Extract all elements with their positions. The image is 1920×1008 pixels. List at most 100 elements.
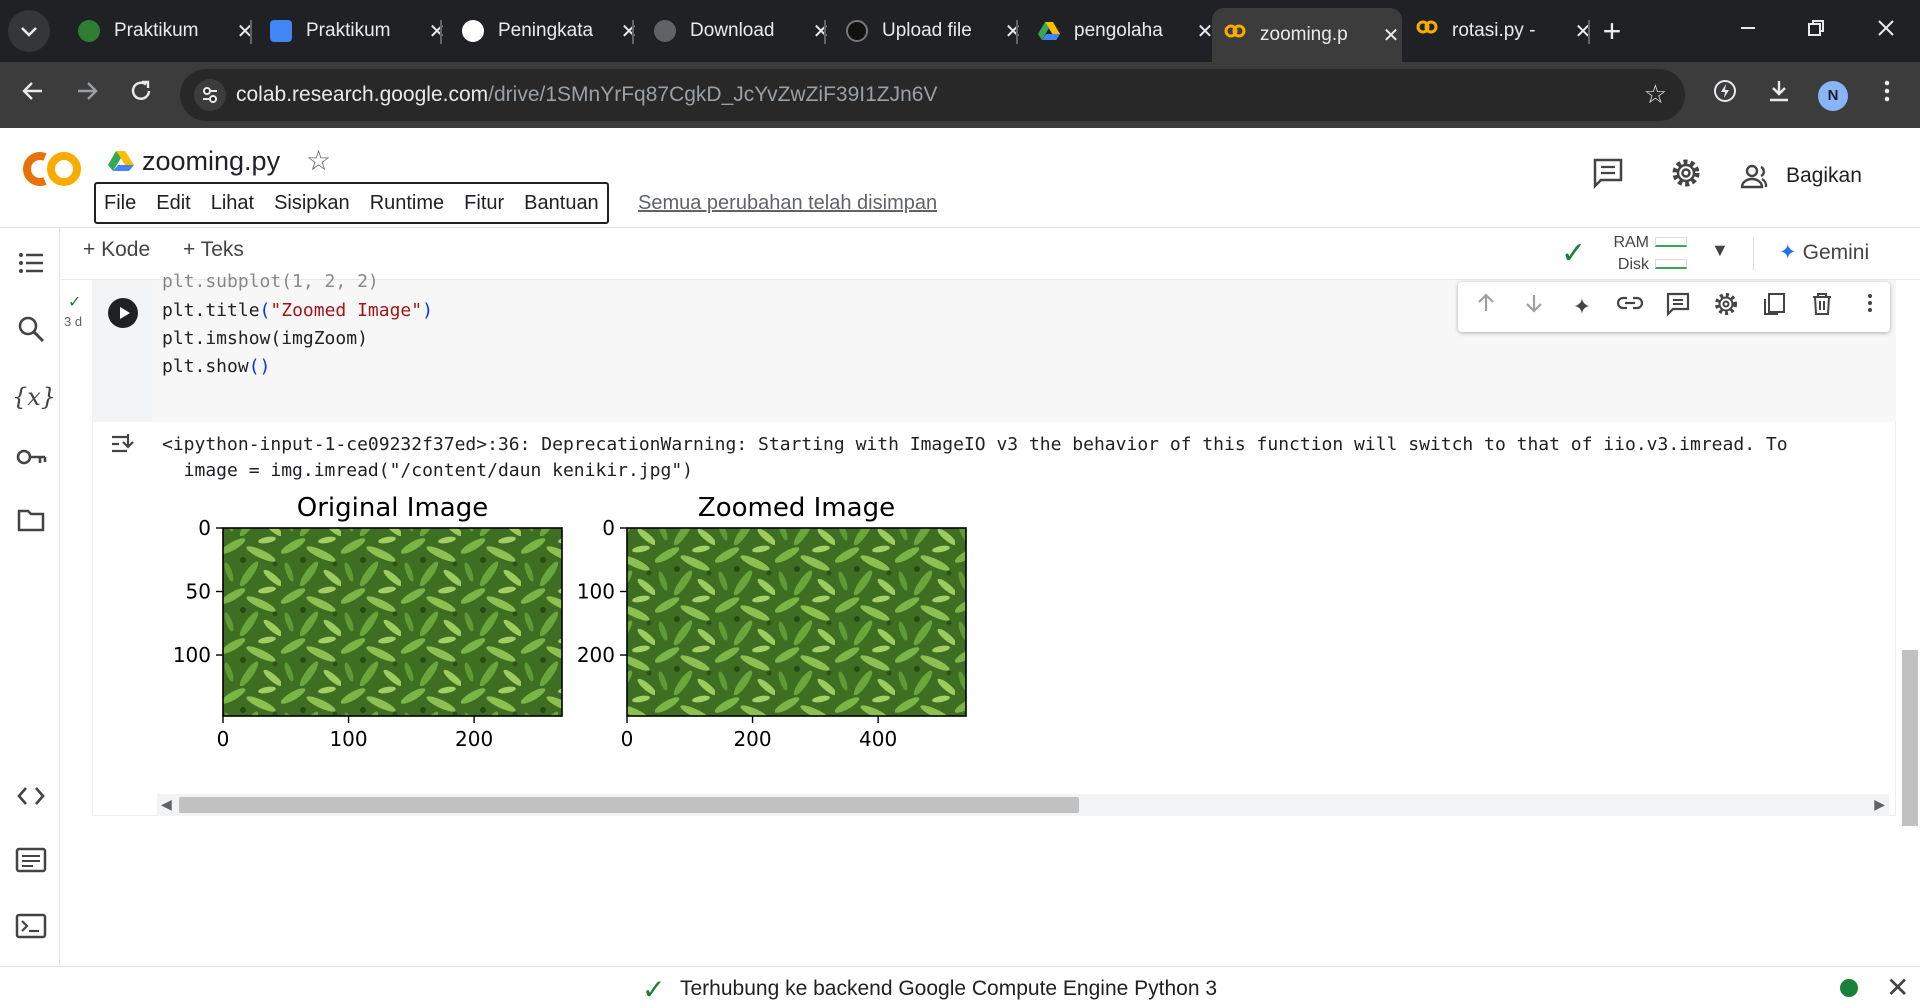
browser-tab[interactable]: Praktikum ✕ <box>66 8 256 54</box>
gemini-spark-icon[interactable]: ✦ <box>1566 291 1598 323</box>
browser-tab[interactable]: rotasi.py - ✕ <box>1404 8 1594 54</box>
reload-icon <box>131 80 151 100</box>
tab-divider <box>250 20 252 44</box>
y-tick-label: 100 <box>173 643 211 667</box>
caret-down-icon[interactable]: ▼ <box>1711 240 1729 261</box>
browser-tab[interactable]: Download ✕ <box>642 8 832 54</box>
browser-tab[interactable]: pengolaha ✕ <box>1026 8 1216 54</box>
connected-check-icon: ✓ <box>1561 237 1587 270</box>
browser-tab[interactable]: Upload file ✕ <box>834 8 1024 54</box>
url-domain: colab.research.google.com <box>236 83 489 106</box>
chatgpt-icon <box>462 20 484 42</box>
toolbar-divider <box>1753 238 1754 270</box>
x-tick-label: 200 <box>455 727 493 751</box>
address-bar[interactable]: colab.research.google.com/drive/1SMnYrFq… <box>180 69 1685 121</box>
resource-monitor[interactable]: RAM Disk <box>1613 234 1693 278</box>
browser-toolbar: colab.research.google.com/drive/1SMnYrFq… <box>0 62 1920 128</box>
tab-divider <box>632 20 634 44</box>
browser-tab-bar: Praktikum ✕ Praktikum ✕ Peningkata ✕ Dow… <box>0 0 1920 62</box>
output-actions-icon[interactable] <box>109 432 141 467</box>
code-line: plt.title("Zoomed Image") <box>162 300 433 321</box>
plot-image <box>627 528 966 716</box>
horizontal-scrollbar[interactable]: ◀ ▶ <box>157 794 1889 816</box>
link-icon[interactable] <box>1614 291 1646 323</box>
run-cell-button[interactable] <box>108 298 138 328</box>
browser-tab-active[interactable]: zooming.p ✕ <box>1212 8 1402 62</box>
close-icon[interactable]: ✕ <box>235 19 255 44</box>
code-snippets-icon[interactable] <box>12 780 50 818</box>
share-button[interactable]: Bagikan <box>1740 156 1862 196</box>
close-icon[interactable]: ✕ <box>1381 23 1401 48</box>
performance-icon[interactable] <box>1704 74 1746 116</box>
add-text-button[interactable]: + Teks <box>183 238 244 262</box>
browser-tab[interactable]: Praktikum ✕ <box>258 8 448 54</box>
downloads-icon[interactable] <box>1758 74 1800 116</box>
site-info-icon[interactable] <box>194 79 226 111</box>
menu-view[interactable]: Lihat <box>211 192 254 215</box>
gemini-button[interactable]: ✦ Gemini <box>1779 240 1869 265</box>
close-icon[interactable]: ✕ <box>427 19 447 44</box>
search-icon[interactable] <box>12 314 50 352</box>
window-close-button[interactable] <box>1862 10 1910 52</box>
more-options-icon[interactable] <box>1854 291 1886 323</box>
add-code-button[interactable]: + Kode <box>83 238 150 262</box>
new-tab-button[interactable]: + <box>1588 10 1636 52</box>
back-button[interactable] <box>12 74 54 116</box>
colab-icon <box>1416 20 1438 34</box>
folder-icon[interactable] <box>12 506 50 544</box>
chevron-down-icon <box>21 27 37 37</box>
cell-output: <ipython-input-1-ce09232f37ed>:36: Depre… <box>92 422 1896 816</box>
tab-title: rotasi.py - <box>1452 20 1536 41</box>
cell-toolbar: ✦ <box>1458 282 1890 332</box>
close-icon[interactable]: ✕ <box>1886 971 1909 1004</box>
minimize-button[interactable] <box>1724 10 1772 52</box>
mirror-cell-icon[interactable] <box>1758 291 1790 323</box>
matplotlib-figure: Original Image 0 100 200 0 50 100 Zoomed Image… <box>173 493 967 751</box>
menu-tools[interactable]: Fitur <box>464 192 504 215</box>
vertical-scrollbar-thumb[interactable] <box>1902 650 1918 826</box>
menu-help[interactable]: Bantuan <box>524 192 599 215</box>
close-icon[interactable]: ✕ <box>1003 19 1023 44</box>
forward-button[interactable] <box>66 74 108 116</box>
settings-gear-icon[interactable] <box>1710 291 1742 323</box>
browser-menu-icon[interactable] <box>1866 74 1908 116</box>
x-tick-label: 400 <box>859 727 897 751</box>
variables-icon[interactable]: {x} <box>12 378 56 416</box>
delete-trash-icon[interactable] <box>1806 291 1838 323</box>
browser-tab[interactable]: Peningkata ✕ <box>450 8 640 54</box>
menu-runtime[interactable]: Runtime <box>370 192 444 215</box>
output-warning-line: <ipython-input-1-ce09232f37ed>:36: Depre… <box>162 434 1788 455</box>
move-cell-down-icon[interactable] <box>1518 291 1550 323</box>
menu-edit[interactable]: Edit <box>156 192 190 215</box>
colab-logo-icon[interactable] <box>20 148 86 190</box>
comment-icon[interactable] <box>1588 156 1628 196</box>
restore-button[interactable] <box>1792 10 1840 52</box>
close-icon[interactable]: ✕ <box>811 19 831 44</box>
close-icon[interactable]: ✕ <box>619 19 639 44</box>
tab-search-button[interactable] <box>8 10 50 52</box>
bookmark-star-icon[interactable]: ☆ <box>1644 79 1667 110</box>
scroll-right-arrow-icon[interactable]: ▶ <box>1874 796 1885 813</box>
menu-file[interactable]: File <box>104 192 136 215</box>
profile-avatar[interactable]: N <box>1818 81 1848 111</box>
save-status-link[interactable]: Semua perubahan telah disimpan <box>638 192 937 215</box>
settings-gear-icon[interactable] <box>1666 156 1706 196</box>
menu-insert[interactable]: Sisipkan <box>274 192 350 215</box>
tab-title: Praktikum <box>114 20 199 41</box>
terminal-icon[interactable] <box>12 912 50 950</box>
scroll-left-arrow-icon[interactable]: ◀ <box>161 796 172 813</box>
scrollbar-thumb[interactable] <box>179 797 1079 813</box>
notebook-name[interactable]: zooming.py <box>142 146 280 177</box>
star-icon[interactable]: ☆ <box>306 144 331 177</box>
x-tick-label: 100 <box>329 727 367 751</box>
secrets-key-icon[interactable] <box>12 442 50 480</box>
close-icon <box>1878 20 1894 36</box>
google-drive-icon[interactable] <box>108 150 134 172</box>
ram-usage-bar <box>1655 237 1687 247</box>
comment-icon[interactable] <box>1662 291 1694 323</box>
ram-label: RAM <box>1613 234 1649 251</box>
move-cell-up-icon[interactable] <box>1470 291 1502 323</box>
command-palette-icon[interactable] <box>12 846 50 884</box>
reload-button[interactable] <box>120 74 162 116</box>
table-of-contents-icon[interactable] <box>12 248 50 286</box>
